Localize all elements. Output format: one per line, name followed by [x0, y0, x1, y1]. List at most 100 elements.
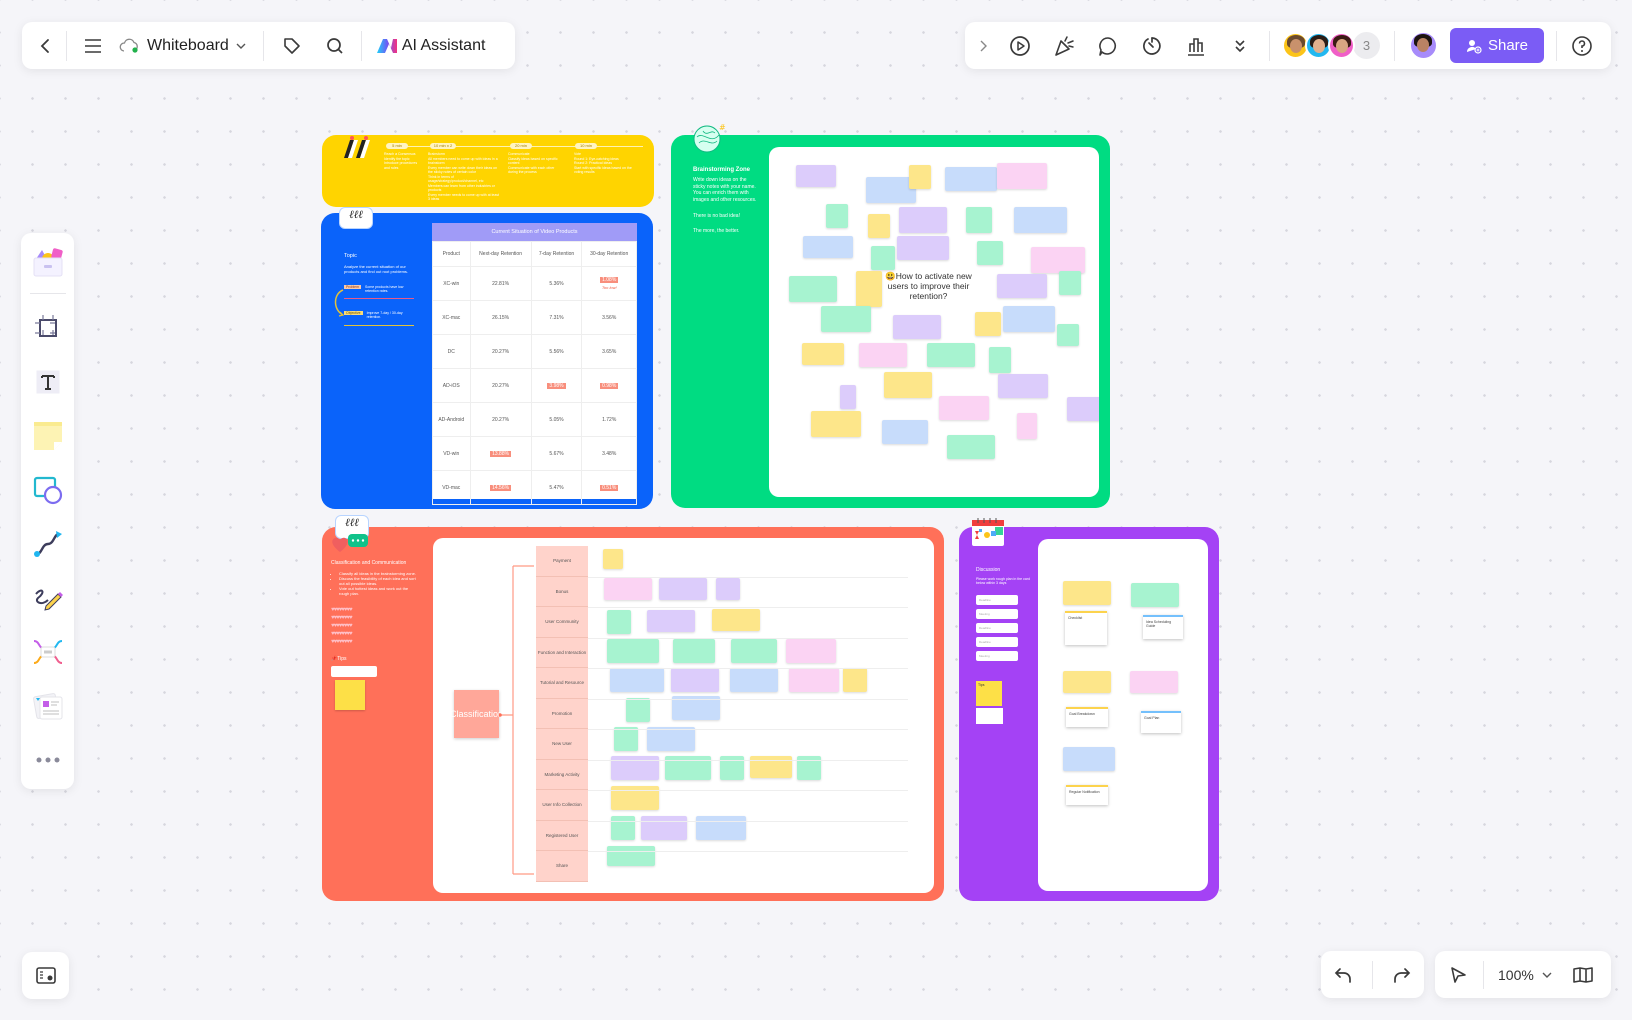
- sticky-note[interactable]: [1063, 671, 1111, 693]
- sticky-note[interactable]: [672, 696, 720, 720]
- sticky-note[interactable]: [909, 165, 931, 189]
- shapes-tool[interactable]: [28, 470, 68, 510]
- sticky-note[interactable]: [712, 609, 760, 631]
- celebrate-button[interactable]: [1051, 31, 1077, 61]
- sticky-note[interactable]: [626, 698, 650, 722]
- sticky-note[interactable]: [647, 727, 695, 751]
- sticky-note[interactable]: [893, 315, 941, 339]
- sticky-note[interactable]: [731, 639, 777, 663]
- sticky-note[interactable]: [997, 274, 1047, 298]
- current-user-avatar[interactable]: [1409, 31, 1438, 60]
- sticky-note[interactable]: [1131, 583, 1179, 607]
- sticky-note[interactable]: [840, 385, 856, 409]
- brainstorm-canvas[interactable]: 😃How to activate new users to improve th…: [769, 147, 1099, 497]
- sticky-note[interactable]: [1057, 324, 1079, 346]
- sticky-note[interactable]: [802, 343, 844, 365]
- sticky-note[interactable]: [673, 639, 715, 663]
- discussion-field[interactable]: Meeting: [976, 608, 1018, 619]
- sticky-note[interactable]: [966, 207, 992, 233]
- plan-card[interactable]: Goal Plan: [1141, 711, 1181, 733]
- sticky-note[interactable]: [730, 668, 778, 692]
- comment-button[interactable]: [1095, 31, 1121, 61]
- sticky-note[interactable]: [843, 668, 867, 692]
- sticky-note[interactable]: [796, 165, 836, 187]
- sticky-note[interactable]: [884, 372, 932, 398]
- sticky-note[interactable]: [1063, 581, 1111, 605]
- sticky-note[interactable]: [811, 411, 861, 437]
- mindmap-tool[interactable]: [28, 632, 68, 672]
- frame-classification[interactable]: ℓℓℓ Classification and Communication Cla…: [322, 515, 944, 901]
- sticky-note-tool[interactable]: [28, 416, 68, 456]
- search-button[interactable]: [323, 31, 347, 61]
- more-tools[interactable]: [28, 740, 68, 780]
- share-button[interactable]: Share: [1450, 28, 1544, 63]
- templates-tool[interactable]: [28, 243, 68, 283]
- undo-button[interactable]: [1328, 960, 1358, 990]
- text-tool[interactable]: [28, 362, 68, 402]
- sticky-note[interactable]: [945, 167, 997, 191]
- sticky-note[interactable]: [604, 578, 652, 600]
- redo-button[interactable]: [1387, 960, 1417, 990]
- plan-card[interactable]: Checklist: [1065, 611, 1107, 645]
- sticky-note[interactable]: [607, 846, 655, 866]
- sticky-note[interactable]: [803, 236, 853, 258]
- sticky-note[interactable]: [614, 727, 638, 751]
- sticky-note[interactable]: [998, 374, 1048, 398]
- sticky-note[interactable]: [789, 668, 839, 692]
- plan-card[interactable]: Goal Breakdown: [1066, 707, 1108, 727]
- sticky-note[interactable]: [927, 343, 975, 367]
- sticky-note[interactable]: [947, 435, 995, 459]
- sticky-note[interactable]: [1017, 413, 1037, 439]
- sticky-note[interactable]: [939, 396, 989, 420]
- frame-discussion[interactable]: Discussion Please work rough plan in the…: [959, 518, 1219, 901]
- collapse-toolbar-button[interactable]: [975, 31, 991, 61]
- select-tool-button[interactable]: [1443, 960, 1473, 990]
- sticky-note[interactable]: [603, 549, 623, 569]
- sticky-note[interactable]: [1014, 207, 1067, 233]
- map-view-button[interactable]: [1568, 960, 1598, 990]
- minimap-button[interactable]: [22, 952, 69, 999]
- sticky-note[interactable]: [882, 420, 928, 444]
- menu-button[interactable]: [81, 31, 105, 61]
- sticky-note[interactable]: [659, 578, 707, 600]
- sticky-note[interactable]: [856, 271, 882, 307]
- discussion-field[interactable]: Deadline: [976, 636, 1018, 647]
- sticky-note[interactable]: [868, 214, 890, 238]
- sticky-note[interactable]: [610, 668, 664, 692]
- sticky-note[interactable]: [997, 163, 1047, 189]
- sticky-note[interactable]: [989, 347, 1011, 373]
- sticky-note[interactable]: [716, 578, 740, 600]
- pen-tool[interactable]: [28, 578, 68, 618]
- sticky-note[interactable]: [1130, 671, 1178, 693]
- sticky-note[interactable]: [899, 207, 947, 233]
- vote-button[interactable]: [1183, 31, 1209, 61]
- sticky-note[interactable]: [821, 306, 871, 332]
- plan-card[interactable]: Idea Scheduling Guide: [1143, 615, 1183, 639]
- sticky-note[interactable]: [607, 639, 659, 663]
- sticky-note[interactable]: [1003, 306, 1055, 332]
- classification-board[interactable]: Classification Payment Bonus User Communit…: [433, 538, 934, 893]
- cards-tool[interactable]: [28, 686, 68, 726]
- zoom-level-dropdown[interactable]: 100%: [1498, 960, 1552, 990]
- sticky-note[interactable]: [975, 312, 1001, 336]
- frame-agenda[interactable]: 5 min 10 min x 2 20 min 10 min Reach a C…: [322, 135, 654, 207]
- sticky-note[interactable]: [977, 241, 1003, 265]
- sticky-note[interactable]: [789, 276, 837, 302]
- tag-button[interactable]: [280, 31, 304, 61]
- connector-tool[interactable]: [28, 524, 68, 564]
- help-button[interactable]: [1569, 31, 1595, 61]
- frame-brainstorm[interactable]: # Brainstorming Zone Write down ideas on…: [671, 123, 1110, 508]
- ai-assistant-button[interactable]: AI Assistant: [376, 31, 485, 61]
- sticky-note[interactable]: [647, 610, 695, 632]
- plan-card[interactable]: Regular Notification: [1066, 785, 1108, 805]
- sticky-note[interactable]: [897, 236, 949, 260]
- sticky-note[interactable]: [1031, 247, 1085, 273]
- sticky-note[interactable]: [1063, 747, 1115, 771]
- more-tools-button[interactable]: [1227, 31, 1253, 61]
- sticky-note[interactable]: [871, 246, 895, 270]
- discussion-field[interactable]: Deadline: [976, 594, 1018, 605]
- sticky-note[interactable]: [1067, 397, 1099, 421]
- present-button[interactable]: [1007, 31, 1033, 61]
- collaborators-group[interactable]: 3: [1282, 32, 1380, 59]
- sticky-note[interactable]: [1059, 271, 1081, 295]
